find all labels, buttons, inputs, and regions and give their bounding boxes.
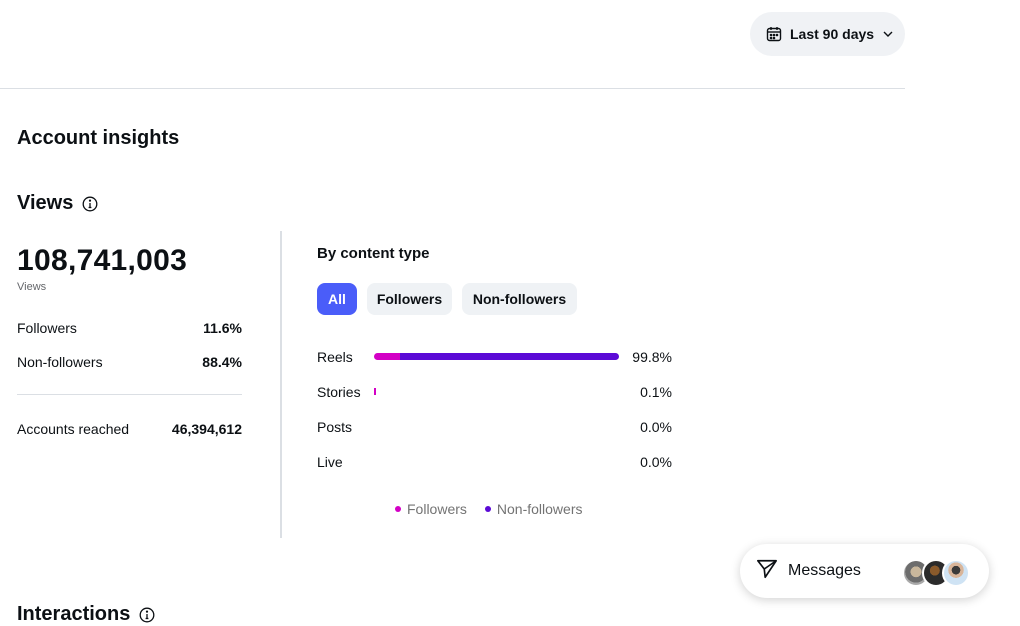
calendar-icon	[766, 26, 782, 42]
content-row-live: Live 0.0%	[317, 452, 672, 472]
date-range-selector[interactable]: Last 90 days	[750, 12, 905, 56]
legend-item-nonfollowers: Non-followers	[484, 501, 583, 517]
content-row-percent: 0.0%	[640, 454, 672, 470]
header-divider	[0, 88, 905, 89]
content-bar	[374, 388, 619, 395]
avatar	[942, 559, 970, 587]
content-row-percent: 99.8%	[632, 349, 672, 365]
content-bar	[374, 353, 619, 360]
send-icon	[756, 558, 778, 585]
content-row-percent: 0.1%	[640, 384, 672, 400]
messages-label: Messages	[788, 562, 861, 579]
info-icon[interactable]	[139, 607, 155, 623]
followers-stat: Followers 11.6%	[17, 320, 242, 336]
accounts-reached-stat: Accounts reached 46,394,612	[17, 421, 242, 437]
nonfollowers-stat-value: 88.4%	[202, 354, 242, 370]
messages-button[interactable]: Messages	[740, 544, 989, 598]
content-bar	[374, 423, 619, 430]
legend-item-followers: Followers	[395, 501, 467, 517]
views-title: Views	[17, 192, 74, 214]
views-total-label: Views	[17, 281, 47, 293]
vertical-divider	[280, 231, 282, 538]
content-bar	[374, 458, 619, 465]
content-row-label: Stories	[317, 384, 361, 400]
content-type-title: By content type	[317, 245, 430, 262]
content-row-percent: 0.0%	[640, 419, 672, 435]
followers-stat-label: Followers	[17, 320, 77, 336]
date-range-label: Last 90 days	[790, 26, 875, 42]
filter-all-button[interactable]: All	[317, 283, 357, 315]
legend-dot	[484, 506, 491, 512]
chart-legend: Followers Non-followers	[395, 501, 583, 517]
content-row-label: Live	[317, 454, 343, 470]
nonfollowers-stat-label: Non-followers	[17, 354, 103, 370]
content-row-label: Posts	[317, 419, 353, 435]
followers-bar-segment	[374, 353, 400, 360]
message-avatars	[902, 559, 970, 587]
legend-label: Followers	[407, 501, 467, 517]
nonfollowers-bar-segment	[399, 353, 619, 360]
stats-divider	[17, 394, 242, 395]
followers-stat-value: 11.6%	[203, 320, 242, 336]
accounts-reached-label: Accounts reached	[17, 421, 130, 437]
legend-label: Non-followers	[496, 501, 583, 517]
filter-nonfollowers-button[interactable]: Non-followers	[462, 283, 577, 315]
content-row-stories: Stories 0.1%	[317, 382, 672, 402]
legend-dot	[395, 506, 401, 512]
chevron-down-icon	[882, 28, 894, 40]
content-row-reels: Reels 99.8%	[317, 347, 672, 367]
nonfollowers-stat: Non-followers 88.4%	[17, 354, 242, 370]
info-icon[interactable]	[82, 196, 98, 212]
content-row-label: Reels	[317, 349, 353, 365]
followers-bar-segment	[374, 388, 376, 395]
page-title: Account insights	[17, 127, 180, 149]
interactions-heading: Interactions	[17, 603, 155, 626]
views-total: 108,741,003	[17, 244, 188, 277]
accounts-reached-value: 46,394,612	[171, 421, 242, 437]
filter-followers-button[interactable]: Followers	[367, 283, 452, 315]
interactions-title: Interactions	[17, 603, 131, 625]
views-heading: Views	[17, 192, 98, 215]
content-row-posts: Posts 0.0%	[317, 417, 672, 437]
